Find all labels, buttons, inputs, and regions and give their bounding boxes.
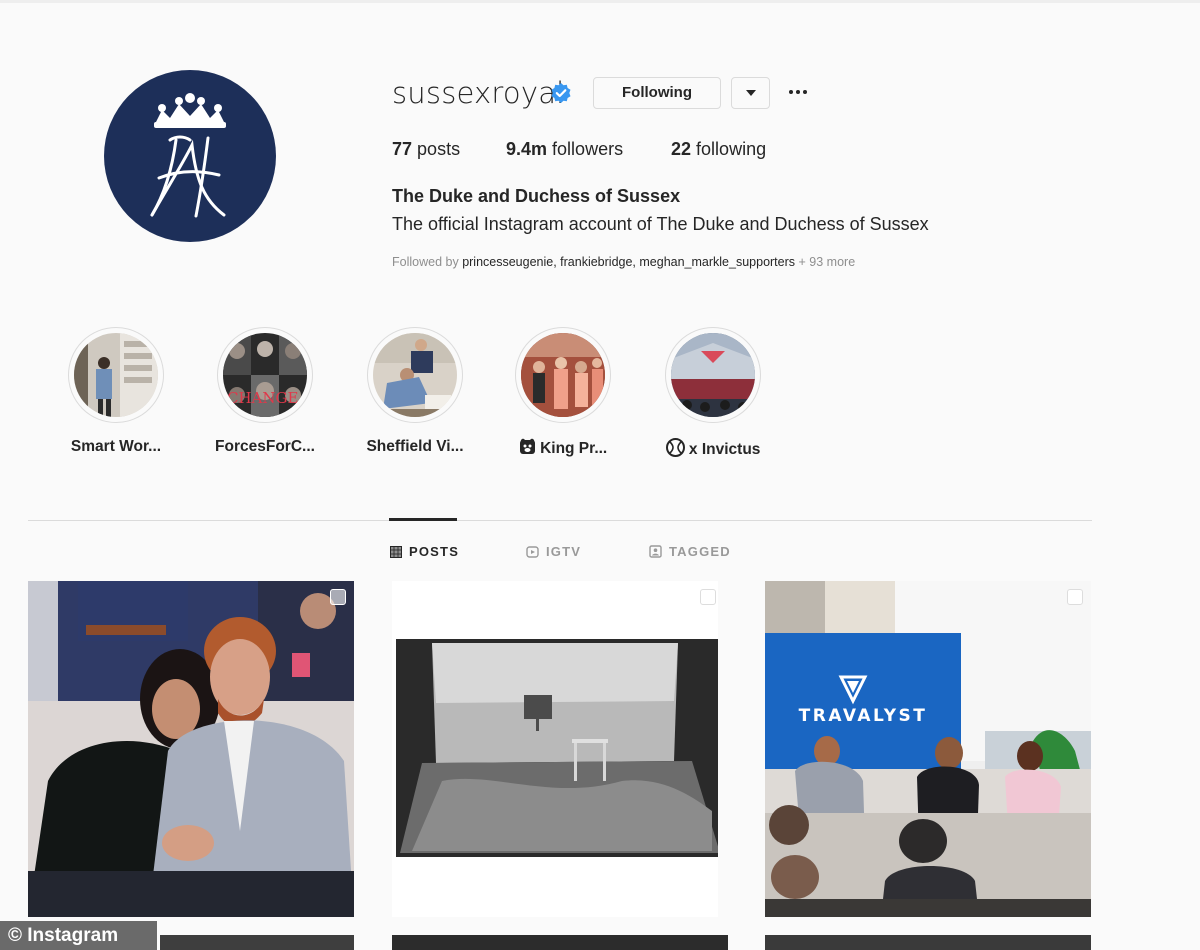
followers-count: 9.4m [506,139,548,159]
posts-count-stat: 77 posts [392,139,460,160]
tabs-divider [28,520,1092,521]
highlight-ring [665,327,761,423]
highlight-label-text: King Pr... [540,440,608,457]
highlight-thumbnail [521,333,605,417]
tab-igtv-label: IGTV [546,544,582,559]
highlight-ring [68,327,164,423]
next-row-post-edge [765,935,1091,950]
highlight-thumbnail [74,333,158,417]
story-highlight[interactable]: CHANGE ForcesForC... [190,327,340,456]
active-tab-indicator [389,518,457,521]
post-image-backdrop [392,581,718,917]
tab-igtv[interactable]: IGTV [526,544,581,559]
followers-stat[interactable]: 9.4m followers [506,139,623,160]
followed-by-line[interactable]: Followed by princesseugenie, frankiebrid… [392,255,855,269]
video-indicator-icon [700,589,716,605]
post-image-travalyst: TRAVALYST [765,581,1091,917]
ball-icon [665,438,685,457]
post-thumbnail[interactable] [28,581,354,917]
following-stat[interactable]: 22 following [671,139,766,160]
next-row-post-edge [160,935,354,950]
post-image-couple [28,581,354,917]
instagram-watermark: © Instagram [0,921,157,950]
following-label: following [696,139,767,159]
highlight-label: x Invictus [638,438,788,459]
royal-monogram-icon [150,93,226,218]
profile-username: sussexroyal [392,76,565,110]
following-count: 22 [671,139,692,159]
next-row-post-edge [392,935,728,950]
highlight-label: Smart Wor... [70,438,162,455]
tab-posts[interactable]: POSTS [390,544,459,559]
story-highlight[interactable]: Smart Wor... [41,327,191,456]
highlight-label: ForcesForC... [215,438,315,455]
highlight-label: King Pr... [488,438,638,458]
tagged-icon [649,545,662,558]
multiple-photos-icon [330,589,346,605]
post-thumbnail[interactable] [392,581,718,917]
highlight-ring: CHANGE [217,327,313,423]
video-indicator-icon [1067,589,1083,605]
highlight-thumbnail: CHANGE [223,333,307,417]
tab-tagged-label: TAGGED [669,544,731,559]
highlight-ring [515,327,611,423]
post-thumbnail[interactable]: TRAVALYST [765,581,1091,917]
profile-bio: The official Instagram account of The Du… [392,214,929,234]
highlight-thumbnail [373,333,457,417]
followed-by-prefix: Followed by [392,255,459,269]
profile-avatar[interactable] [104,70,276,242]
story-highlight[interactable]: Sheffield Vi... [340,327,490,456]
caret-down-icon [746,90,756,96]
tab-posts-label: POSTS [409,544,460,559]
suggestions-dropdown-button[interactable] [731,77,770,109]
followed-by-names: princesseugenie, frankiebridge, meghan_m… [462,255,796,269]
story-highlight[interactable]: x Invictus [638,327,788,459]
grid-icon [390,545,402,558]
highlight-thumbnail [671,333,755,417]
story-highlight[interactable]: King Pr... [488,327,638,458]
top-border [0,0,1200,3]
tv-screen [765,633,961,769]
highlight-label-text: x Invictus [688,441,761,458]
posts-count: 77 [392,139,413,159]
verified-badge-icon [551,83,571,103]
svg-text:CHANGE: CHANGE [227,389,298,407]
bear-icon [519,438,535,454]
followers-label: followers [552,139,624,159]
posts-label: posts [417,139,461,159]
more-options-icon[interactable] [786,80,810,104]
highlight-ring [367,327,463,423]
followed-by-more: + 93 more [798,255,856,269]
following-button[interactable]: Following [593,77,721,109]
profile-full-name: The Duke and Duchess of Sussex [392,186,681,206]
igtv-icon [526,546,539,558]
tab-tagged[interactable]: TAGGED [649,544,731,559]
travalyst-logo-text: TRAVALYST [799,706,928,726]
highlight-label: Sheffield Vi... [366,438,464,455]
